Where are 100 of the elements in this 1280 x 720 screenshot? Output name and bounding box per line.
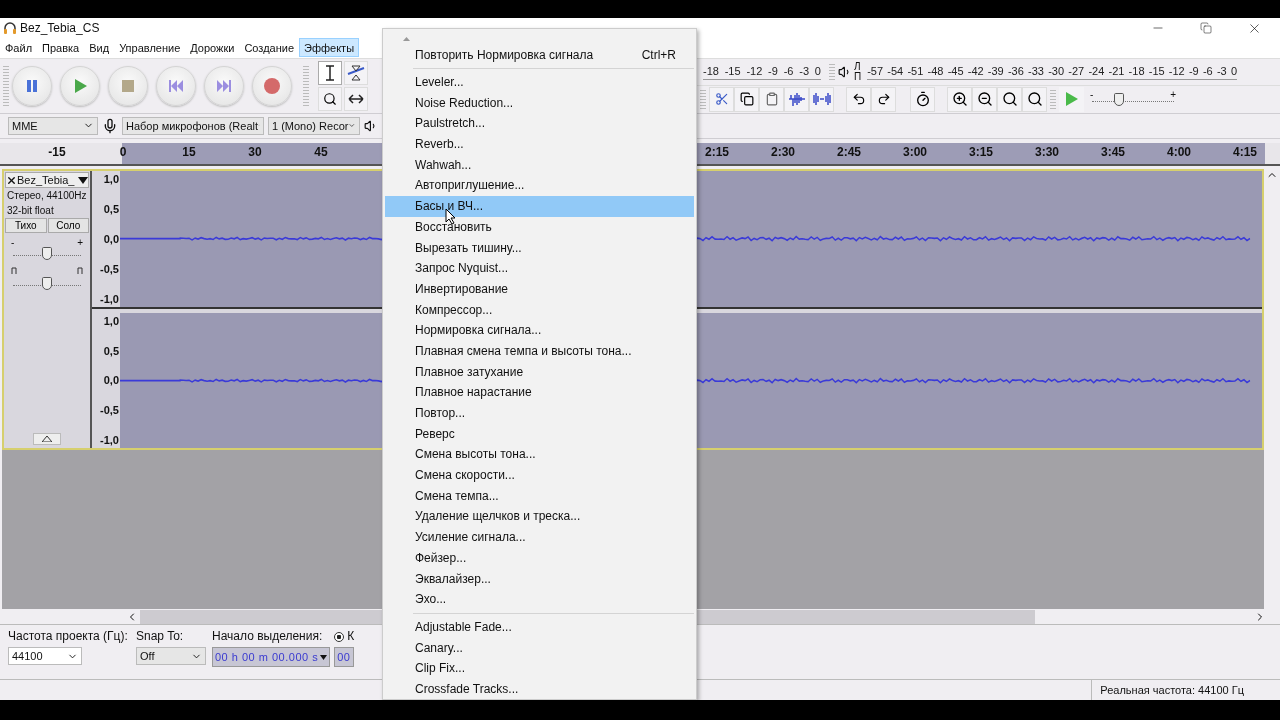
gain-min-label: -	[11, 237, 15, 249]
menu-item[interactable]: Paulstretch...	[385, 113, 694, 134]
close-track-icon[interactable]	[6, 174, 17, 186]
selection-end-field[interactable]: 00	[334, 647, 355, 668]
channels-select[interactable]: 1 (Mono) Recor	[268, 116, 360, 135]
menu-item[interactable]: Удаление щелчков и треска...	[385, 506, 694, 527]
menu-item[interactable]: Clip Fix...	[385, 657, 694, 679]
pan-right-icon	[77, 267, 83, 275]
slider-thumb[interactable]	[1114, 93, 1125, 107]
ruler-label: 0	[119, 144, 127, 159]
menu-item[interactable]: Реверс	[385, 423, 694, 445]
menu-item[interactable]: Эхо...	[385, 588, 694, 610]
menu-item[interactable]: Инвертирование	[385, 278, 694, 300]
pause-button[interactable]	[12, 65, 52, 106]
menu-item[interactable]: Эквалайзер...	[385, 568, 694, 589]
menu-item[interactable]: Смена скорости...	[385, 464, 694, 486]
menu-item[interactable]: Canary...	[385, 637, 694, 658]
pause-icon	[25, 78, 39, 93]
menu-item[interactable]: Нормировка сигнала...	[385, 319, 694, 341]
paste-button[interactable]	[759, 86, 784, 112]
menu-item[interactable]: Плавная смена темпа и высоты тона...	[385, 340, 694, 362]
menu-item[interactable]: Автоприглушение...	[385, 175, 694, 196]
skip-to-end-button[interactable]	[204, 65, 244, 106]
dropdown-icon[interactable]	[78, 176, 88, 184]
menu-item[interactable]: Дорожки	[185, 38, 240, 58]
menu-item[interactable]: Crossfade Tracks...	[385, 678, 694, 700]
dropdown-icon	[320, 654, 328, 660]
menu-item[interactable]: Смена высоты тона...	[385, 444, 694, 465]
channel-label: Л	[854, 61, 862, 72]
meter-tick: -6	[1202, 65, 1213, 78]
menu-item[interactable]: Reverb...	[385, 133, 694, 155]
menu-item[interactable]: Компрессор...	[385, 299, 694, 320]
menu-item[interactable]: Восстановить	[385, 216, 694, 238]
fit-project-button[interactable]	[1022, 86, 1047, 112]
skip-to-start-button[interactable]	[156, 65, 196, 106]
window-title: Bez_Tebia_CS	[20, 21, 101, 35]
end-option[interactable]: К	[334, 629, 355, 644]
gain-max-label: +	[77, 237, 83, 249]
menu-item[interactable]: Плавное затухание	[385, 361, 694, 382]
sync-lock-button[interactable]	[910, 86, 935, 112]
host-select[interactable]: MME	[8, 116, 98, 135]
menu-item[interactable]: Смена темпа...	[385, 485, 694, 507]
silence-button[interactable]	[809, 86, 834, 112]
menu-item[interactable]: Плавное нарастание	[385, 382, 694, 403]
meter-tick: -18	[1128, 65, 1145, 78]
ruler-label: 3:00	[903, 144, 927, 159]
menu-item[interactable]: Leveler...	[385, 71, 694, 93]
skip-to-end-icon	[217, 79, 231, 92]
input-device-select[interactable]: Набор микрофонов (Realt	[122, 116, 264, 135]
menu-item[interactable]: Повтор...	[385, 402, 694, 424]
selection-start-field[interactable]: 00 h 00 m 00.000 s	[212, 647, 331, 668]
slider-thumb[interactable]	[42, 277, 52, 291]
zoom-out-button[interactable]	[972, 86, 997, 112]
menu-item[interactable]: Файл	[0, 38, 38, 58]
menu-item[interactable]: Повторить Нормировка сигнала Ctrl+R	[385, 45, 694, 66]
redo-button[interactable]	[871, 86, 896, 112]
selection-tool-button[interactable]	[318, 60, 342, 85]
menu-item[interactable]: Эффекты	[299, 38, 360, 58]
gain-slider[interactable]: - +	[11, 237, 83, 264]
copy-button[interactable]	[734, 86, 759, 112]
undo-button[interactable]	[846, 86, 871, 112]
scale-label: -0,5	[100, 262, 119, 275]
i-beam-icon	[324, 64, 336, 81]
menu-item[interactable]: Вырезать тишину...	[385, 237, 694, 258]
envelope-tool-button[interactable]	[344, 60, 368, 85]
menu-item[interactable]: Фейзер...	[385, 547, 694, 569]
solo-button[interactable]: Соло	[47, 218, 89, 234]
menu-item[interactable]: Управление	[114, 38, 186, 58]
mute-button[interactable]: Тихо	[5, 218, 47, 234]
menu-item[interactable]: Вид	[84, 38, 115, 58]
scale-label: 0,5	[103, 344, 119, 357]
ruler-label: 2:45	[837, 144, 861, 159]
ruler-label: 3:15	[969, 144, 993, 159]
menu-item[interactable]: Adjustable Fade...	[385, 616, 694, 638]
meter-tick: -45	[947, 65, 964, 78]
menu-item[interactable]: Усиление сигнала...	[385, 526, 694, 548]
slider-thumb[interactable]	[42, 247, 52, 261]
menu-item[interactable]: Правка	[37, 38, 85, 58]
cut-button[interactable]	[709, 86, 734, 112]
zoom-in-button[interactable]	[947, 86, 972, 112]
meter-tick: -24	[1088, 65, 1105, 78]
trim-button[interactable]	[784, 86, 809, 112]
ruler-label: 30	[248, 144, 262, 159]
menu-item[interactable]: Басы и ВЧ...	[385, 195, 694, 217]
snap-select[interactable]: Off	[136, 647, 206, 666]
record-icon	[264, 77, 280, 94]
menu-item[interactable]: Wahwah...	[385, 154, 694, 176]
time-shift-tool-button[interactable]	[344, 86, 368, 111]
fit-selection-button[interactable]	[997, 86, 1022, 112]
menu-item[interactable]: Noise Reduction...	[385, 92, 694, 114]
project-rate-select[interactable]: 44100	[8, 647, 82, 666]
zoom-tool-button[interactable]	[318, 86, 342, 111]
rate-label: Частота проекта (Гц):	[8, 629, 129, 644]
playback-speed-slider[interactable]: - +	[1090, 89, 1176, 110]
record-button[interactable]	[252, 65, 292, 106]
menu-item[interactable]: Запрос Nyquist...	[385, 257, 694, 279]
play-button[interactable]	[60, 65, 100, 106]
collapse-button[interactable]	[33, 433, 61, 445]
menu-item[interactable]: Создание	[239, 38, 300, 58]
shortcut-label: Ctrl+R	[641, 48, 676, 63]
